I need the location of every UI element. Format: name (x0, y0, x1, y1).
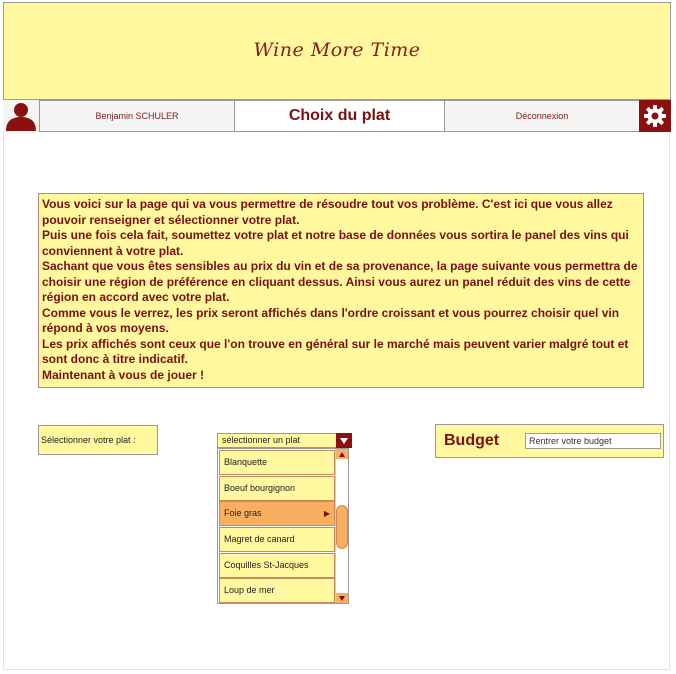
user-avatar[interactable] (3, 100, 39, 132)
dish-select[interactable]: sélectionner un plat (217, 433, 352, 448)
chevron-up-icon (339, 451, 345, 457)
budget-input[interactable] (525, 433, 661, 449)
dish-option-label: Foie gras (224, 508, 262, 518)
scroll-down-button[interactable] (336, 593, 348, 603)
dish-select-label: Sélectionner votre plat : (38, 425, 158, 455)
chevron-down-icon (339, 595, 345, 601)
page-title: Choix du plat (234, 100, 445, 132)
scroll-up-button[interactable] (336, 449, 348, 459)
logout-button[interactable]: Déconnexion (444, 100, 640, 132)
intro-paragraph: Comme vous le verrez, les prix seront af… (42, 305, 620, 336)
dropdown-toggle[interactable] (336, 433, 352, 448)
settings-button[interactable] (639, 100, 671, 132)
user-icon (6, 103, 36, 131)
dish-option[interactable]: Boeuf bourgignon (219, 476, 335, 501)
dish-option[interactable]: Loup de mer (219, 578, 335, 603)
dish-option[interactable]: Coquilles St-Jacques (219, 553, 335, 578)
list-scrollbar[interactable] (335, 449, 348, 603)
header-banner: Wine More Time (3, 2, 671, 100)
app-logo: Wine More Time (253, 39, 421, 61)
intro-paragraph: Puis une fois cela fait, soumettez votre… (42, 228, 629, 258)
dish-options-list: Blanquette Boeuf bourgignon Foie gras ▶ … (217, 448, 349, 604)
chevron-down-icon (340, 437, 348, 444)
budget-panel: Budget (435, 424, 664, 458)
dish-option[interactable]: Blanquette (219, 450, 335, 475)
dish-option-highlighted[interactable]: Foie gras ▶ (219, 501, 335, 526)
intro-paragraph: Sachant que vous êtes sensibles au prix … (42, 259, 638, 304)
scroll-thumb[interactable] (336, 505, 348, 549)
intro-paragraph: Les prix affichés sont ceux que l'on tro… (42, 336, 629, 367)
intro-paragraph: Vous voici sur la page qui va vous perme… (42, 197, 613, 227)
intro-text-box: Vous voici sur la page qui va vous perme… (38, 193, 644, 388)
dish-select-placeholder: sélectionner un plat (222, 435, 301, 445)
intro-paragraph: Maintenant à vous de jouer ! (42, 367, 205, 382)
budget-label: Budget (444, 432, 500, 449)
chevron-right-icon: ▶ (323, 509, 330, 518)
navbar: Benjamin SCHULER Choix du plat Déconnexi… (3, 100, 671, 132)
dish-option[interactable]: Magret de canard (219, 527, 335, 552)
user-name: Benjamin SCHULER (39, 100, 235, 132)
gear-icon (644, 105, 666, 127)
